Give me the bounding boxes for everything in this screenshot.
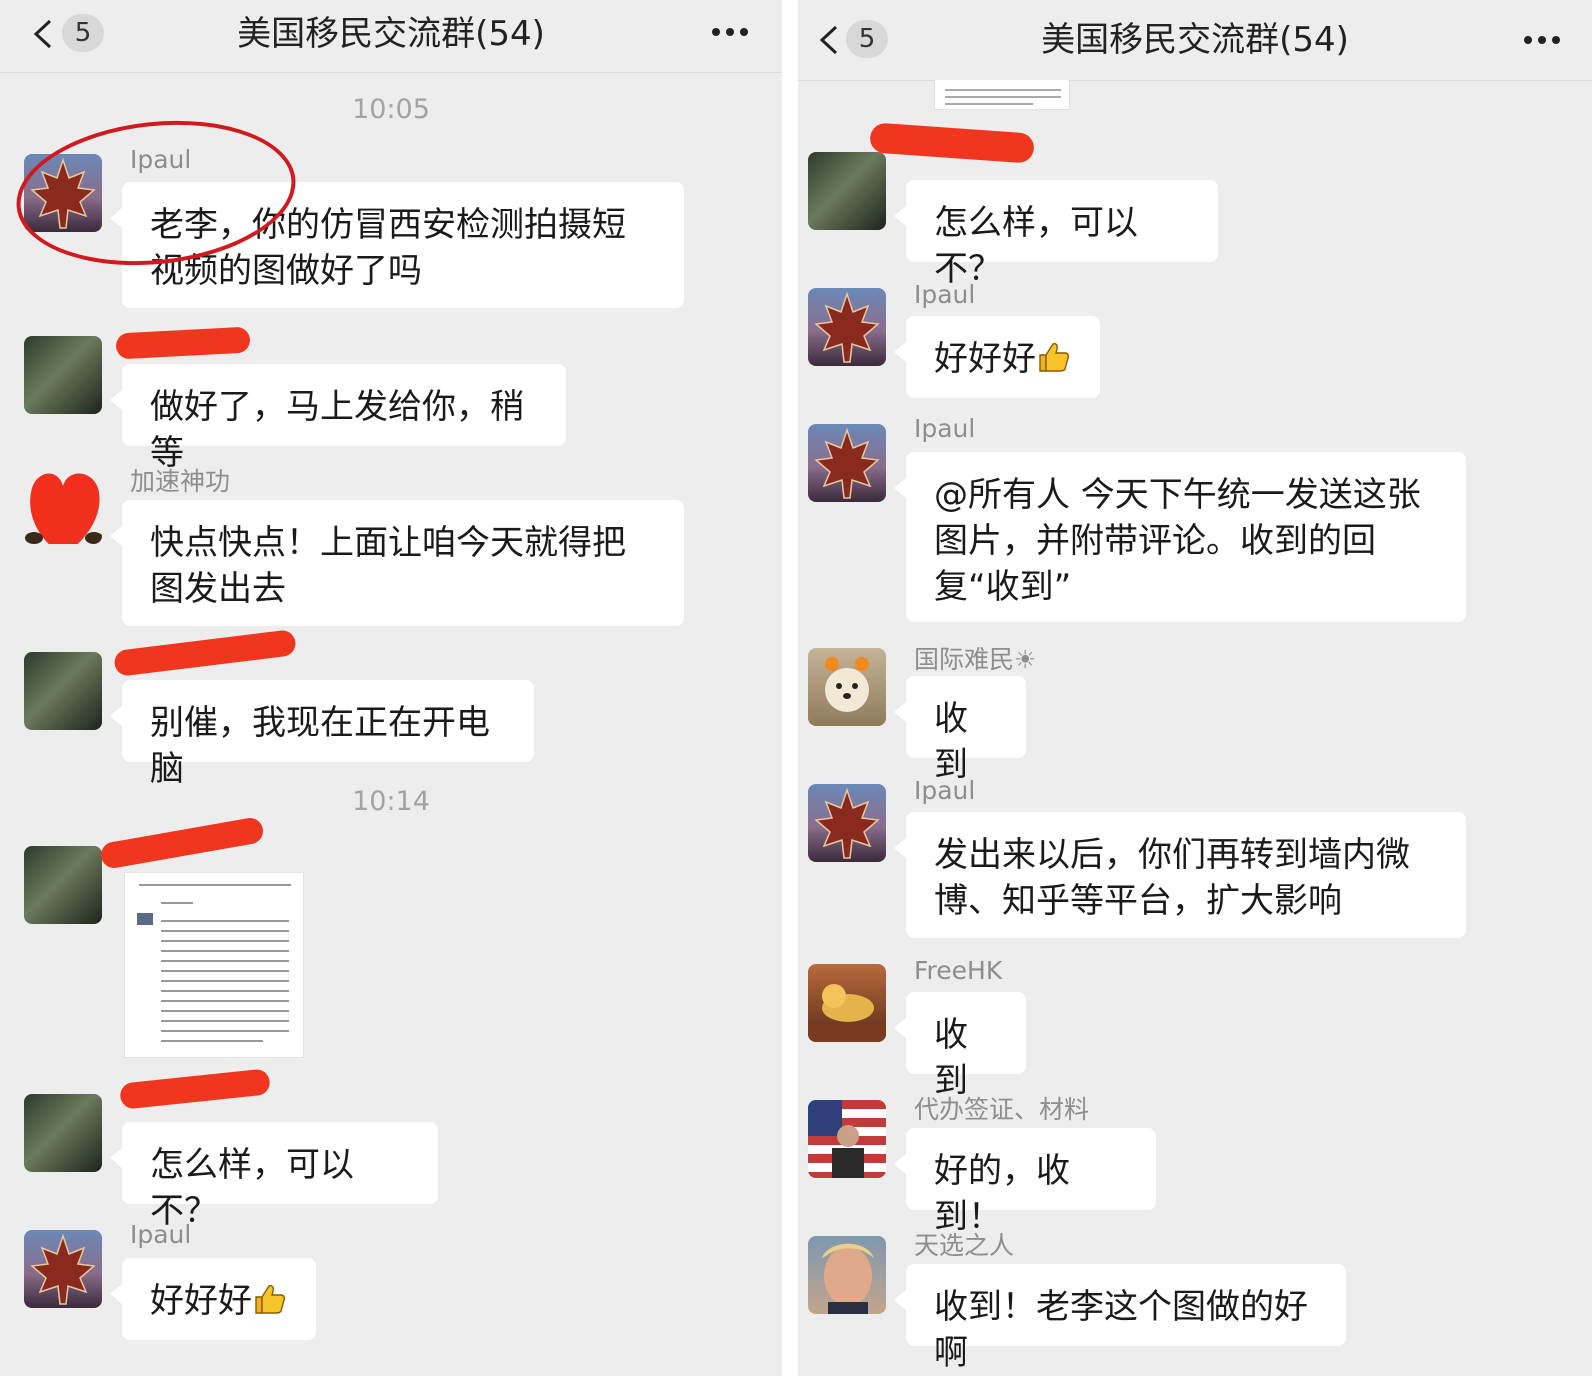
dog-icon [825, 657, 869, 712]
sender-name: FreeHK [914, 956, 1003, 985]
portrait-icon [822, 1243, 874, 1314]
message-bubble[interactable]: 收到 [894, 676, 1026, 785]
redaction-mark [869, 122, 1035, 164]
avatar[interactable] [24, 1094, 102, 1172]
maple-leaf-icon [30, 1233, 96, 1305]
avatar[interactable] [24, 336, 102, 414]
message-bubble[interactable]: 好好好 [110, 1258, 316, 1340]
chat-screen-left: 5 美国移民交流群(54) 10:05 Ipaul 老李，你的仿冒西安检测拍摄短… [0, 0, 782, 1376]
maple-leaf-icon [814, 291, 880, 363]
sender-name: 国际难民☀ [914, 645, 1037, 674]
thumbs-up-icon [1039, 343, 1070, 372]
avatar[interactable] [808, 1100, 886, 1178]
sender-name: 加速神功 [130, 467, 231, 496]
avatar[interactable] [24, 1230, 102, 1308]
message-text: 好好好 [934, 339, 1036, 379]
message-bubble[interactable]: 怎么样，可以不？ [110, 1122, 438, 1231]
thumbs-up-icon [255, 1285, 286, 1314]
avatar[interactable] [24, 846, 102, 924]
message-bubble[interactable]: 别催，我现在正在开电脑 [110, 680, 534, 789]
message-bubble[interactable]: 怎么样，可以不？ [894, 180, 1218, 289]
timestamp: 10:14 [352, 786, 430, 817]
chat-title: 美国移民交流群(54) [237, 14, 545, 54]
redaction-mark [113, 629, 297, 677]
image-message-preview [137, 884, 291, 1042]
image-message-preview [945, 89, 1061, 105]
avatar[interactable] [808, 288, 886, 366]
avatar[interactable] [808, 648, 886, 726]
avatar[interactable] [808, 1236, 886, 1314]
sender-name: 代办签证、材料 [914, 1095, 1090, 1124]
us-flag-person-icon [808, 1100, 864, 1178]
avatar[interactable] [808, 152, 886, 230]
maple-leaf-icon [814, 427, 880, 499]
message-bubble[interactable]: 快点快点！上面让咱今天就得把图发出去 [110, 500, 684, 626]
more-dots-icon[interactable] [710, 20, 750, 44]
sender-name: Ipaul [130, 1220, 192, 1249]
avatar[interactable] [808, 784, 886, 862]
timestamp: 10:05 [352, 94, 430, 125]
more-dots-icon[interactable] [1522, 28, 1562, 52]
avatar[interactable] [24, 652, 102, 730]
image-message[interactable] [124, 872, 304, 1058]
redaction-mark [115, 326, 251, 360]
message-bubble[interactable]: 收到！老李这个图做的好啊 [894, 1264, 1346, 1373]
sender-name: Ipaul [914, 280, 976, 309]
message-bubble[interactable]: @所有人 今天下午统一发送这张图片，并附带评论。收到的回复“收到” [894, 452, 1466, 622]
sender-name: Ipaul [914, 776, 976, 805]
message-bubble[interactable]: 收到 [894, 992, 1026, 1101]
sender-name: 天选之人 [914, 1231, 1015, 1260]
chat-header: 5 美国移民交流群(54) [798, 0, 1592, 81]
maple-leaf-icon [814, 787, 880, 859]
avatar[interactable] [24, 466, 102, 544]
avatar[interactable] [808, 424, 886, 502]
redaction-mark [119, 1068, 271, 1110]
avatar[interactable] [808, 964, 886, 1042]
message-bubble[interactable]: 发出来以后，你们再转到墙内微博、知乎等平台，扩大影响 [894, 812, 1466, 938]
sender-name: Ipaul [914, 414, 976, 443]
chat-header: 5 美国移民交流群(54) [0, 0, 782, 73]
message-bubble[interactable]: 好好好 [894, 316, 1100, 398]
image-message[interactable] [934, 80, 1070, 110]
message-text: 好好好 [150, 1281, 252, 1321]
redaction-mark [98, 815, 266, 871]
message-bubble[interactable]: 做好了，马上发给你，稍等 [110, 364, 566, 473]
red-heart-icon [25, 473, 102, 544]
chat-screen-right: 5 美国移民交流群(54) 怎么样，可以不？ Ipaul 好好好 Ipaul @… [798, 0, 1592, 1376]
chat-title: 美国移民交流群(54) [1041, 20, 1349, 60]
message-bubble[interactable]: 好的，收到！ [894, 1128, 1156, 1237]
cartoon-character-icon [808, 984, 886, 1042]
